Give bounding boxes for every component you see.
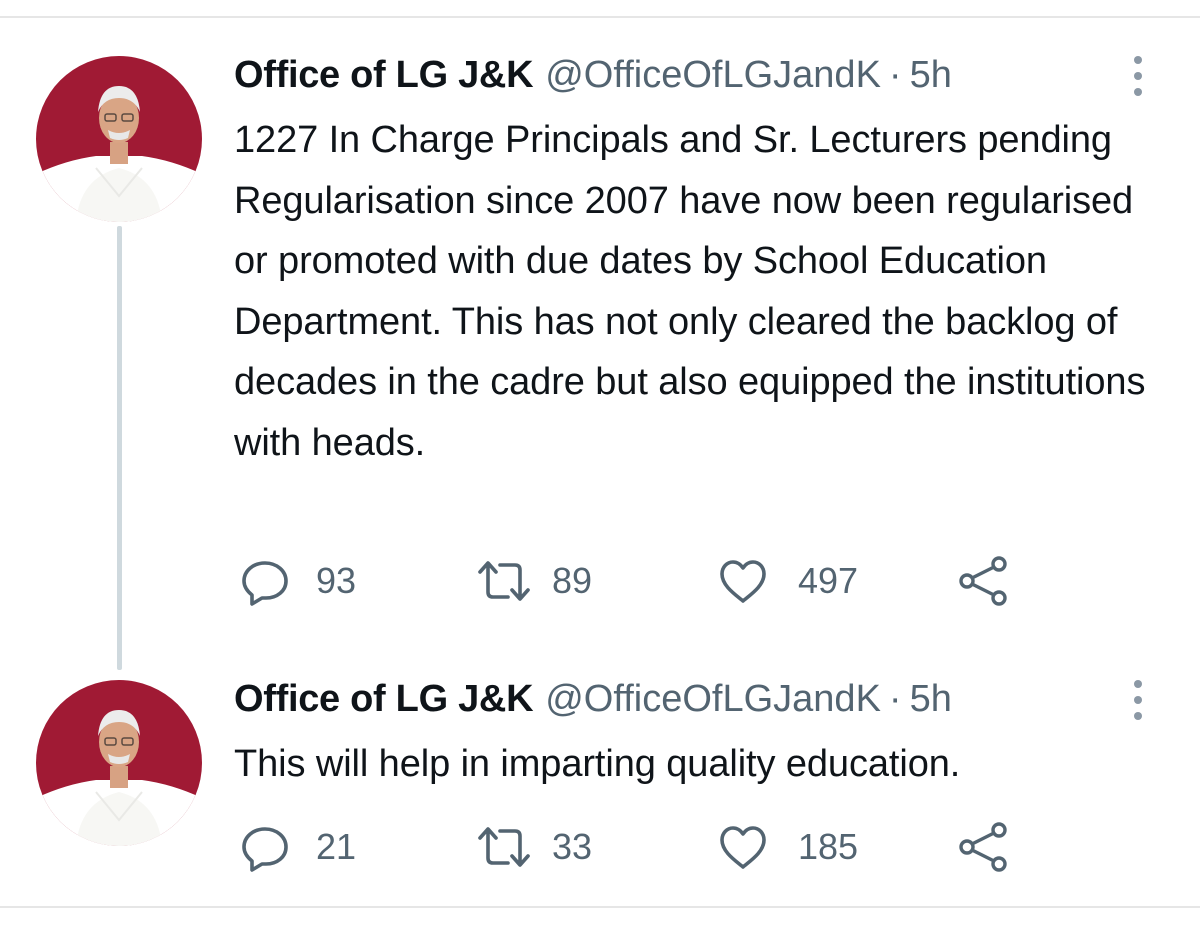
like-icon [720, 826, 766, 869]
tweet-text: 1227 In Charge Principals and Sr. Lectur… [234, 119, 1146, 464]
reply-icon [242, 561, 288, 606]
share-icon [959, 822, 1007, 872]
retweet-count: 89 [552, 560, 593, 601]
author-handle[interactable]: @OfficeOfLGJandK [545, 674, 881, 724]
reply-count: 21 [316, 826, 357, 867]
reply-count: 93 [316, 560, 357, 601]
share-button[interactable] [956, 822, 1012, 872]
top-divider [0, 16, 1200, 18]
more-options-icon[interactable] [1126, 56, 1150, 96]
share-icon [959, 556, 1007, 606]
like-button[interactable]: 185 [718, 822, 858, 872]
reply-button[interactable]: 93 [240, 556, 356, 606]
like-count: 185 [798, 826, 859, 867]
tweet-header: Office of LG J&K @OfficeOfLGJandK · 5h [234, 50, 952, 100]
more-options-icon[interactable] [1126, 680, 1150, 720]
like-icon [720, 560, 766, 603]
share-button[interactable] [956, 556, 1012, 606]
tweet-header: Office of LG J&K @OfficeOfLGJandK · 5h [234, 674, 952, 724]
like-button[interactable]: 497 [718, 556, 858, 606]
retweet-icon [478, 561, 530, 601]
timestamp[interactable]: 5h [910, 674, 952, 724]
separator-dot: · [888, 678, 902, 720]
like-count: 497 [798, 560, 859, 601]
retweet-icon [478, 827, 530, 867]
tweet-text: This will help in imparting quality educ… [234, 743, 961, 785]
reply-icon [242, 827, 288, 872]
retweet-count: 33 [552, 826, 593, 867]
tweet-actions: 21 33 185 [0, 822, 1200, 872]
author-name[interactable]: Office of LG J&K [234, 674, 534, 724]
reply-button[interactable]: 21 [240, 822, 356, 872]
retweet-button[interactable]: 33 [476, 822, 592, 872]
bottom-divider [0, 906, 1200, 908]
author-handle[interactable]: @OfficeOfLGJandK [545, 50, 881, 100]
separator-dot: · [888, 54, 902, 96]
author-name[interactable]: Office of LG J&K [234, 50, 534, 100]
avatar[interactable] [36, 56, 202, 222]
timestamp[interactable]: 5h [910, 50, 952, 100]
tweet-actions: 93 89 497 [0, 556, 1200, 606]
retweet-button[interactable]: 89 [476, 556, 592, 606]
